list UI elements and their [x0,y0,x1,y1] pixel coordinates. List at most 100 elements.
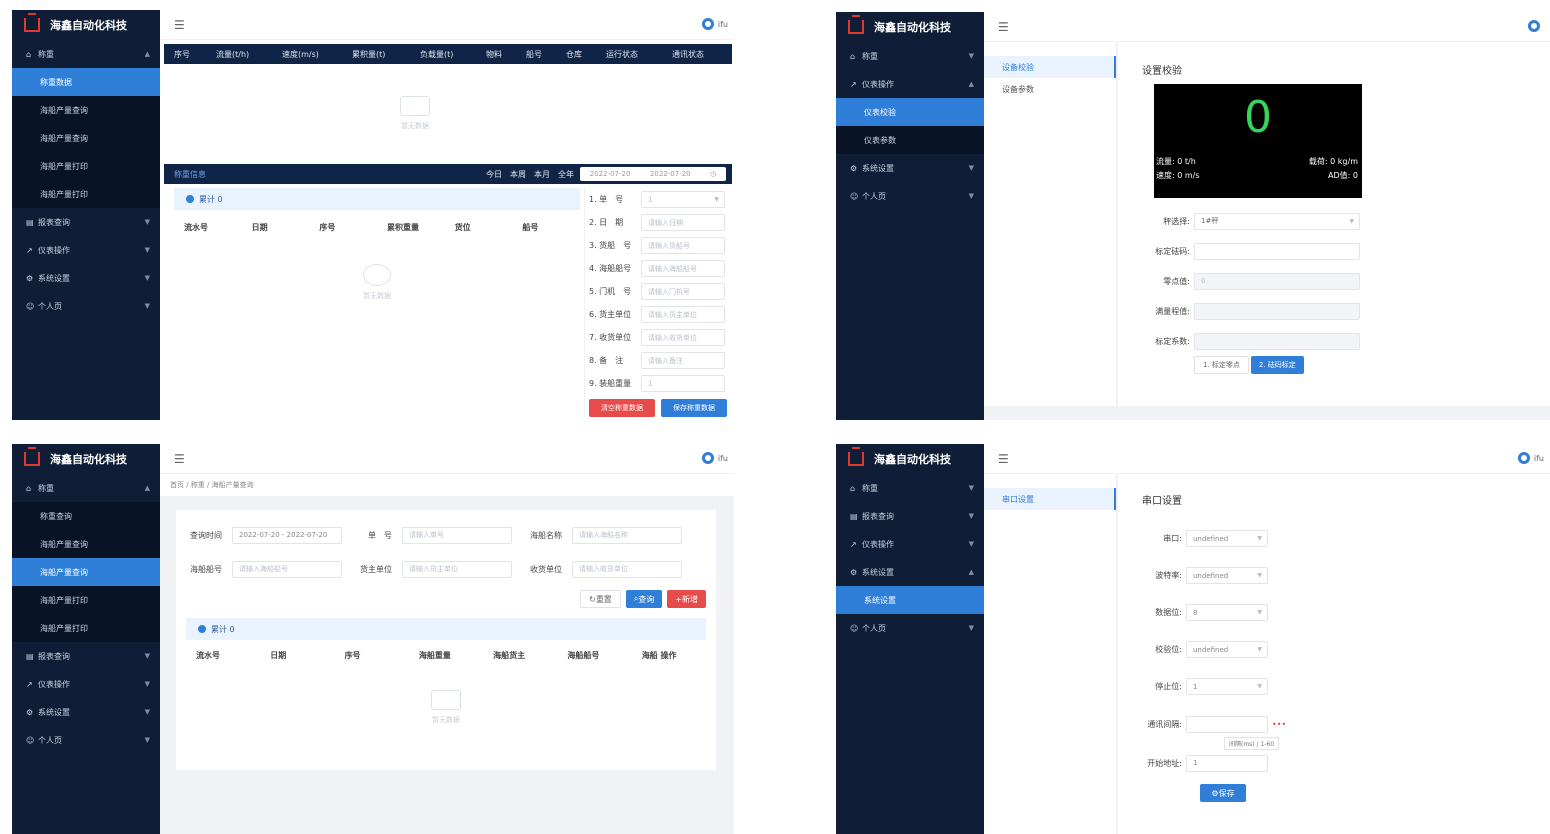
weight-input[interactable] [1194,242,1360,260]
reset-button[interactable]: ↻ 重置 [580,590,621,608]
scale-select[interactable]: 1#秤 ▼ [1194,212,1360,230]
ship-name-input[interactable]: 请输入海船名称 [572,526,682,544]
save-data-button[interactable]: 保存称重数据 [661,399,727,417]
calibrate-span-button[interactable]: 2. 砝码标定 [1250,356,1304,374]
data-bits-select[interactable]: 8 ▼ [1186,604,1268,621]
baud-select[interactable]: undefined ▼ [1186,567,1268,584]
hamburger-icon[interactable]: ☰ [998,20,1009,34]
submenu-item-0[interactable]: 系统设置 [836,586,984,614]
menu-weighing[interactable]: ⌂ 称重 ▲ [12,474,160,502]
chevron-down-icon: ▼ [144,302,150,310]
submenu-item-3[interactable]: 海船产量打印 [12,152,160,180]
menu-label: 称重 [862,483,878,493]
menu-calibration[interactable]: ↗ 仪表操作 ▼ [836,530,984,558]
interval-input[interactable] [1186,715,1268,733]
crane-no-input[interactable]: 请输入门机号 [641,283,725,300]
menu-system[interactable]: ⚙ 系统设置 ▲ [836,558,984,586]
menu-query[interactable]: ▤ 报表查询 ▼ [836,502,984,530]
port-select[interactable]: undefined ▼ [1186,530,1268,547]
tab-device-calibration[interactable]: 设备校验 [984,56,1116,78]
load-weight-input[interactable]: 1 [641,375,725,392]
menu-query[interactable]: ▤ 报表查询 ▼ [12,208,160,236]
order-no-input[interactable]: 请输入单号 [402,526,512,544]
range-year-button[interactable]: 全年 [554,169,580,180]
menu-personal[interactable]: ☺ 个人页 ▼ [836,614,984,642]
start-address-input[interactable]: 1 [1186,754,1268,772]
stop-bits-select[interactable]: 1 ▼ [1186,678,1268,695]
ship-no-input[interactable]: 请输入海船船号 [641,260,725,277]
submenu-item-1[interactable]: 海船产量查询 [12,530,160,558]
submenu-item-0[interactable]: 仪表校验 [836,98,984,126]
remark-input[interactable]: 请输入备注 [641,352,725,369]
menu-system[interactable]: ⚙ 系统设置 ▼ [12,264,160,292]
date-range-input[interactable]: 2022-07-20 - 2022-07-20 [232,526,342,544]
hamburger-icon[interactable]: ☰ [998,452,1009,466]
menu-personal[interactable]: ☺ 个人页 ▼ [12,292,160,320]
submenu-item-1[interactable]: 海船产量查询 [12,96,160,124]
menu-query[interactable]: ▤ 报表查询 ▼ [12,642,160,670]
user-area[interactable]: ifu [701,452,728,464]
main-content: ☰ ifu 序号 流量(t/h) 速度(m/s) 累积量(t) 负载量(t) 物… [160,10,734,420]
submenu-item-0[interactable]: 称重数据 [12,68,160,96]
cargo-ship-input[interactable]: 请输入货船号 [641,237,725,254]
date-input[interactable]: 请输入日期 [641,214,725,231]
owner-input[interactable]: 请输入货主单位 [402,560,512,578]
hamburger-icon[interactable]: ☰ [174,18,185,32]
order-no-input[interactable]: 1 ▼ [641,191,725,208]
topbar: ☰ ifu [160,444,734,474]
hamburger-icon[interactable]: ☰ [174,452,185,466]
clear-data-button[interactable]: 清空称重数据 [589,399,655,417]
add-button[interactable]: + 新增 [667,590,706,608]
receiver-input[interactable]: 请输入收货单位 [572,560,682,578]
menu-calibration[interactable]: ↗ 仪表操作 ▲ [836,70,984,98]
app-logo: 海鑫自动化科技 [12,444,160,474]
submenu-item-1[interactable]: 仪表参数 [836,126,984,154]
submenu-item-2[interactable]: 海船产量查询 [12,124,160,152]
submenu-item-4[interactable]: 海船产量打印 [12,614,160,642]
submenu-item-0[interactable]: 称重查询 [12,502,160,530]
date-range-input[interactable]: 2022-07-20 2022-07-20 ◷ [580,167,726,181]
menu-personal[interactable]: ☺ 个人页 ▼ [12,726,160,754]
submenu-item-2[interactable]: 海船产量查询 [12,558,160,586]
result-table-header: 流水号 日期 序号 海船重量 海船货主 海船船号 海船 操作 [186,644,706,666]
user-area[interactable]: ifu [701,18,728,30]
chevron-down-icon: ▼ [144,680,150,688]
field-label: 4. 海船船号 [589,264,632,273]
menu-calibration[interactable]: ↗ 仪表操作 ▼ [12,236,160,264]
topbar: ☰ [984,12,1550,42]
submenu-item-4[interactable]: 海船产量打印 [12,180,160,208]
range-today-button[interactable]: 今日 [486,169,506,180]
interval-hint: 间隔(ms) / 1-60 [1224,737,1280,750]
user-area[interactable]: ifu [1517,452,1544,464]
menu-weighing[interactable]: ⌂ 称重 ▼ [836,42,984,70]
menu-weighing[interactable]: ⌂ 称重 ▼ [836,474,984,502]
chevron-down-icon: ▼ [1257,535,1262,542]
owner-input[interactable]: 请输入货主单位 [641,306,725,323]
field-label: 查询时间 [190,530,222,540]
empty-text: 暂无数据 [363,292,391,300]
ship-no-input[interactable]: 请输入海船船号 [232,560,342,578]
parity-select[interactable]: undefined ▼ [1186,641,1268,658]
menu-system[interactable]: ⚙ 系统设置 ▼ [12,698,160,726]
chevron-up-icon: ▲ [968,568,974,576]
menu-system[interactable]: ⚙ 系统设置 ▼ [836,154,984,182]
range-month-button[interactable]: 本月 [530,169,554,180]
form-row: 7. 收货单位 请输入收货单位 [589,326,730,349]
tab-device-params[interactable]: 设备参数 [984,78,1116,100]
menu-label: 称重 [38,49,54,59]
save-button[interactable]: ⚙ 保存 [1200,784,1246,802]
search-button[interactable]: ⌕ 查询 [625,590,663,608]
range-week-button[interactable]: 本周 [506,169,530,180]
clock-icon: ◷ [710,170,717,178]
tab-serial[interactable]: 串口设置 [984,488,1116,510]
calibrate-zero-button[interactable]: 1. 标定零点 [1194,356,1249,374]
menu-calibration[interactable]: ↗ 仪表操作 ▼ [12,670,160,698]
user-area[interactable] [1528,20,1544,32]
menu-weighing[interactable]: ⌂ 称重 ▲ [12,40,160,68]
menu-personal[interactable]: ☺ 个人页 ▼ [836,182,984,210]
load-readout: 载荷: 0 kg/m [1308,157,1358,166]
chevron-down-icon: ▼ [968,164,974,172]
submenu-item-3[interactable]: 海船产量打印 [12,586,160,614]
tool-icon: ↗ [26,245,33,255]
receiver-input[interactable]: 请输入收货单位 [641,329,725,346]
